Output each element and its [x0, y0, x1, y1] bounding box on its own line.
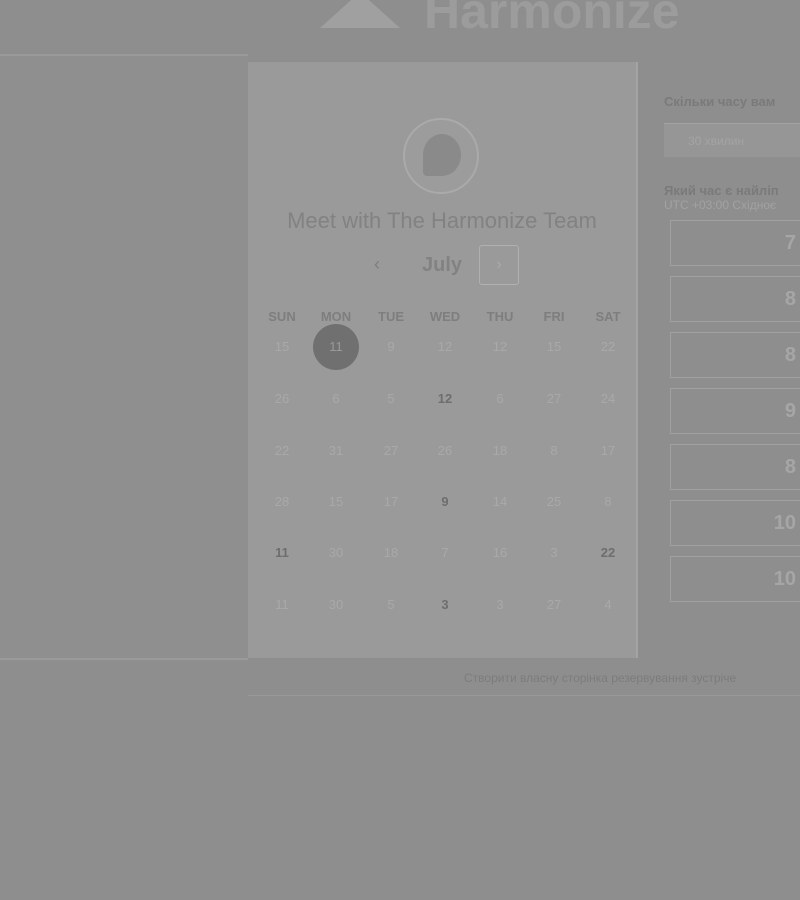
calendar-day[interactable]: 30	[313, 582, 359, 628]
calendar-day[interactable]: 18	[368, 530, 414, 576]
calendar-day[interactable]: 27	[368, 428, 414, 474]
time-slot[interactable]: 10	[670, 556, 800, 602]
calendar-day[interactable]: 16	[477, 530, 523, 576]
calendar-day[interactable]: 27	[531, 376, 577, 422]
calendar-day[interactable]: 6	[313, 376, 359, 422]
harmonize-logo: Harmonize	[320, 0, 790, 40]
calendar-day[interactable]: 28	[259, 479, 305, 525]
logo-mark-icon	[320, 0, 400, 28]
calendar-day[interactable]: 8	[585, 479, 631, 525]
next-month-button[interactable]: ›	[479, 245, 519, 285]
calendar-day[interactable]: 17	[585, 428, 631, 474]
avatar	[403, 118, 479, 194]
calendar-day[interactable]: 8	[531, 428, 577, 474]
calendar-day[interactable]: 17	[368, 479, 414, 525]
calendar-day[interactable]: 12	[477, 324, 523, 370]
calendar-day[interactable]: 7	[422, 530, 468, 576]
create-booking-page-link[interactable]: Створити власну сторінка резервування зу…	[464, 671, 794, 685]
time-slot[interactable]: 7	[670, 220, 800, 266]
scheduling-options: Скільки часу вам 30 хвилин Який час є на…	[664, 94, 800, 612]
calendar-day[interactable]: 15	[259, 324, 305, 370]
calendar-day[interactable]: 9	[422, 479, 468, 525]
time-slot-list: 7 8 8 9 8 10 10	[664, 220, 800, 602]
calendar-day[interactable]: 3	[477, 582, 523, 628]
calendar-day[interactable]: 22	[259, 428, 305, 474]
time-slot[interactable]: 10	[670, 500, 800, 546]
calendar-day[interactable]: 12	[422, 376, 468, 422]
calendar-day[interactable]: 26	[422, 428, 468, 474]
calendar-day[interactable]: 14	[477, 479, 523, 525]
booking-panel: Meet with The Harmonize Team ‹ July › SU…	[248, 62, 638, 658]
calendar-day[interactable]: 26	[259, 376, 305, 422]
weekday-wed: WED	[429, 309, 461, 324]
weekday-sat: SAT	[595, 309, 621, 324]
left-pane	[0, 54, 248, 660]
logo-text: Harmonize	[424, 0, 680, 39]
weekday-fri: FRI	[543, 309, 565, 324]
footer: Створити власну сторінка резервування зу…	[248, 660, 800, 696]
calendar-day[interactable]: 24	[585, 376, 631, 422]
calendar-day[interactable]: 22	[585, 324, 631, 370]
time-slot[interactable]: 9	[670, 388, 800, 434]
time-question: Який час є найліп	[664, 183, 779, 198]
duration-option[interactable]: 30 хвилин	[664, 123, 800, 157]
calendar-day-selected[interactable]: 11	[313, 324, 359, 370]
timezone-label[interactable]: UTC +03:00 Східноє	[664, 198, 800, 212]
duration-question: Скільки часу вам	[664, 94, 776, 109]
weekday-sun: SUN	[268, 309, 296, 324]
calendar-day[interactable]: 9	[368, 324, 414, 370]
calendar-day[interactable]: 6	[477, 376, 523, 422]
calendar-day[interactable]: 25	[531, 479, 577, 525]
time-slot[interactable]: 8	[670, 444, 800, 490]
calendar-day[interactable]: 15	[531, 324, 577, 370]
calendar-day[interactable]: 18	[477, 428, 523, 474]
chat-bubble-icon	[423, 134, 461, 176]
chevron-right-icon: ›	[496, 256, 502, 273]
calendar-day[interactable]: 3	[422, 582, 468, 628]
calendar-day[interactable]: 22	[585, 530, 631, 576]
time-slot[interactable]: 8	[670, 332, 800, 378]
calendar-day[interactable]: 11	[259, 582, 305, 628]
calendar-day[interactable]: 4	[585, 582, 631, 628]
calendar-day[interactable]: 30	[313, 530, 359, 576]
calendar-day[interactable]: 12	[422, 324, 468, 370]
calendar-day[interactable]: 11	[259, 530, 305, 576]
calendar-day[interactable]: 15	[313, 479, 359, 525]
booking-title: Meet with The Harmonize Team	[287, 208, 597, 233]
weekday-tue: TUE	[378, 309, 404, 324]
weekday-mon: MON	[320, 309, 352, 324]
calendar-day[interactable]: 3	[531, 530, 577, 576]
calendar-day[interactable]: 5	[368, 376, 414, 422]
month-label: July	[421, 254, 463, 276]
calendar-day[interactable]: 27	[531, 582, 577, 628]
weekday-thu: THU	[486, 309, 514, 324]
time-slot[interactable]: 8	[670, 276, 800, 322]
calendar-day[interactable]: 5	[368, 582, 414, 628]
calendar-day[interactable]: 31	[313, 428, 359, 474]
